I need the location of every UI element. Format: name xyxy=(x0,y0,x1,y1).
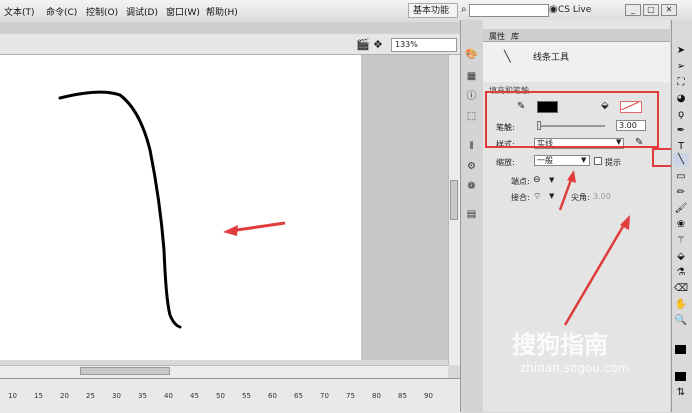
ruler-tick: 55 xyxy=(242,392,251,400)
maximize-button[interactable]: ▢ xyxy=(643,4,659,16)
components-icon[interactable]: ⚙ xyxy=(465,160,478,173)
lasso-tool-icon[interactable]: ϙ xyxy=(673,108,689,122)
scale-label: 缩放: xyxy=(496,158,515,167)
watermark-text: 搜狗指南 xyxy=(512,331,608,359)
rectangle-tool-icon[interactable]: ▭ xyxy=(673,170,689,184)
close-button[interactable]: ✕ xyxy=(661,4,677,16)
free-transform-tool-icon[interactable]: ⛶ xyxy=(673,76,689,90)
history-icon[interactable]: ▤ xyxy=(465,208,478,221)
ruler-tick: 15 xyxy=(34,392,43,400)
line-tool-icon: ╲ xyxy=(504,50,511,63)
swatches-icon[interactable]: ▦ xyxy=(465,70,478,83)
align-icon[interactable]: ⫴ xyxy=(465,140,478,153)
tab-library[interactable]: 库 xyxy=(511,31,519,42)
info-icon[interactable]: ⓘ xyxy=(465,90,478,103)
hand-tool-icon[interactable]: ✋ xyxy=(673,298,689,312)
scale-chevron-down-icon: ▼ xyxy=(581,156,587,164)
bone-tool-icon[interactable]: ⚚ xyxy=(673,234,689,248)
ruler-tick: 65 xyxy=(294,392,303,400)
color-panel-icon[interactable]: 🎨 xyxy=(465,48,478,61)
ruler-tick: 45 xyxy=(190,392,199,400)
transform-icon[interactable]: ⬚ xyxy=(465,110,478,123)
annotation-arrows xyxy=(558,170,630,326)
cap-label: 端点: xyxy=(511,177,530,186)
selection-tool-icon[interactable]: ➤ xyxy=(673,44,689,58)
vertical-scroll-thumb[interactable] xyxy=(450,180,458,220)
ruler-tick: 75 xyxy=(346,392,355,400)
join-label: 接合: xyxy=(511,193,530,202)
line-tool-icon[interactable]: ╲ xyxy=(673,153,689,167)
ruler-tick: 35 xyxy=(138,392,147,400)
ruler-tick: 50 xyxy=(216,392,225,400)
cs-live-icon: ◉ xyxy=(549,4,558,15)
ruler-tick: 30 xyxy=(112,392,121,400)
stroke-color-tool-swatch[interactable] xyxy=(675,345,686,354)
tab-properties[interactable]: 属性 xyxy=(489,31,505,42)
text-tool-icon[interactable]: T xyxy=(673,140,689,154)
ruler-tick: 70 xyxy=(320,392,329,400)
ruler-tick: 10 xyxy=(8,392,17,400)
eyedropper-tool-icon[interactable]: ⚗ xyxy=(673,266,689,280)
ruler-tick: 25 xyxy=(86,392,95,400)
ruler-tick: 60 xyxy=(268,392,277,400)
swap-colors-icon[interactable]: ⇅ xyxy=(673,386,689,400)
deco-tool-icon[interactable]: ❀ xyxy=(673,218,689,232)
hint-checkbox[interactable] xyxy=(594,157,602,165)
annotation-arrow xyxy=(229,221,286,233)
ruler-tick: 85 xyxy=(398,392,407,400)
pencil-tool-icon[interactable]: ✏ xyxy=(673,186,689,200)
zoom-tool-icon[interactable]: 🔍 xyxy=(673,314,689,328)
motion-presets-icon[interactable]: ❁ xyxy=(465,180,478,193)
eraser-tool-icon[interactable]: ⌫ xyxy=(673,282,689,296)
fill-color-tool-swatch[interactable] xyxy=(675,372,686,381)
drawn-stroke xyxy=(58,90,182,329)
ruler-tick: 90 xyxy=(424,392,433,400)
annotation-arrow xyxy=(563,222,627,326)
paint-bucket-tool-icon[interactable]: ⬙ xyxy=(673,250,689,264)
pen-tool-icon[interactable]: ✒ xyxy=(673,124,689,138)
stage-drawing xyxy=(58,90,286,329)
brush-tool-icon[interactable]: 🖌 xyxy=(673,202,689,216)
horizontal-scroll-thumb[interactable] xyxy=(80,367,170,375)
cs-live-button[interactable]: CS Live xyxy=(558,5,591,15)
ruler-tick: 80 xyxy=(372,392,381,400)
ruler-tick: 20 xyxy=(60,392,69,400)
annotation-arrow-head xyxy=(567,170,576,183)
subselection-tool-icon[interactable]: ➢ xyxy=(673,60,689,74)
annotation-arrow-head xyxy=(223,225,238,236)
timeline-ruler[interactable] xyxy=(0,378,462,413)
horizontal-scrollbar[interactable] xyxy=(0,365,448,378)
watermark-url: zhinan.sogou.com xyxy=(520,361,630,375)
ruler-tick: 40 xyxy=(164,392,173,400)
3d-rotation-tool-icon[interactable]: ◕ xyxy=(673,92,689,106)
tool-header xyxy=(483,42,670,82)
annotation-arrow xyxy=(558,176,574,211)
annotation-highlight-box xyxy=(485,91,659,148)
tool-name: 线条工具 xyxy=(533,53,570,63)
search-input[interactable] xyxy=(469,4,549,17)
minimize-button[interactable]: _ xyxy=(625,4,641,16)
